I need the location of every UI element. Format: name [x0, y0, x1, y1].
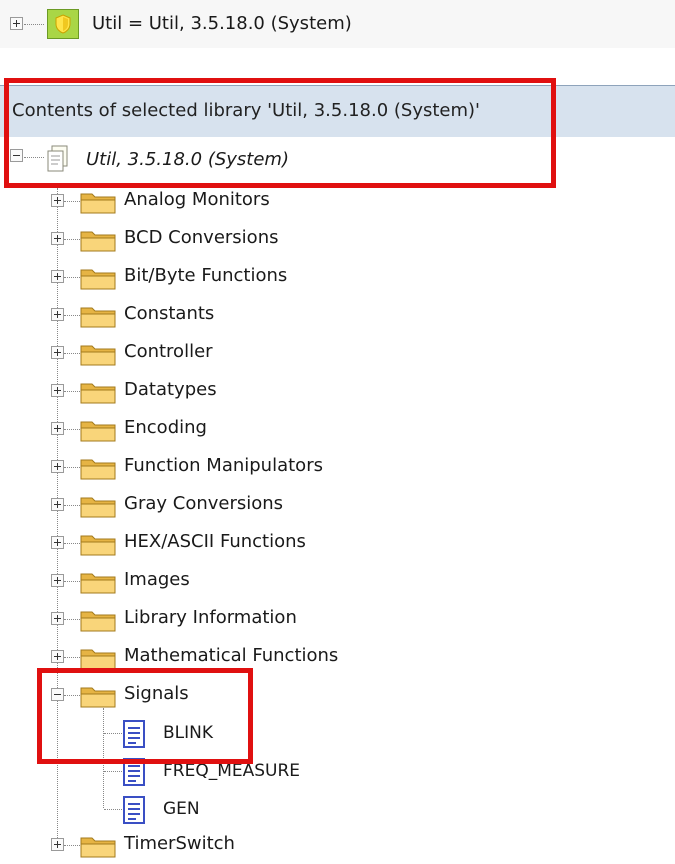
folder-icon	[80, 497, 116, 518]
folder-label: Images	[124, 569, 190, 590]
pou-row-blink[interactable]: BLINK	[0, 714, 675, 752]
folder-label: Function Manipulators	[124, 455, 323, 476]
expand-plus-icon[interactable]	[10, 17, 23, 30]
document-icon	[123, 796, 145, 824]
tree-connector	[104, 733, 122, 734]
expand-plus-icon[interactable]	[51, 270, 64, 283]
folder-icon	[80, 231, 116, 252]
folder-icon	[80, 611, 116, 632]
library-contents-header: Contents of selected library 'Util, 3.5.…	[0, 85, 675, 137]
expand-plus-icon[interactable]	[51, 536, 64, 549]
folder-row-signals[interactable]: Signals	[0, 676, 675, 714]
collapse-minus-icon[interactable]	[51, 688, 64, 701]
expand-plus-icon[interactable]	[51, 308, 64, 321]
tree-connector	[64, 657, 80, 658]
library-root-label: Util, 3.5.18.0 (System)	[86, 149, 289, 170]
library-contents-title: Contents of selected library 'Util, 3.5.…	[12, 100, 480, 121]
tree-connector	[64, 277, 80, 278]
folder-row-timerswitch[interactable]: TimerSwitch	[0, 826, 675, 864]
folder-icon	[80, 649, 116, 670]
tree-connector	[64, 467, 80, 468]
folder-icon	[80, 421, 116, 442]
expand-plus-icon[interactable]	[51, 838, 64, 851]
library-reference-row[interactable]: Util = Util, 3.5.18.0 (System)	[0, 0, 675, 48]
folder-label: HEX/ASCII Functions	[124, 531, 306, 552]
folder-row-function-manipulators[interactable]: Function Manipulators	[0, 448, 675, 486]
folder-label: Library Information	[124, 607, 297, 628]
folder-row-datatypes[interactable]: Datatypes	[0, 372, 675, 410]
folder-icon	[80, 535, 116, 556]
expand-plus-icon[interactable]	[51, 498, 64, 511]
folder-row-bit-byte-functions[interactable]: Bit/Byte Functions	[0, 258, 675, 296]
folder-row-constants[interactable]: Constants	[0, 296, 675, 334]
folder-row-images[interactable]: Images	[0, 562, 675, 600]
expand-plus-icon[interactable]	[51, 460, 64, 473]
tree-connector	[64, 695, 80, 696]
folder-icon	[80, 573, 116, 594]
folder-label: BCD Conversions	[124, 227, 279, 248]
tree-connector	[104, 771, 122, 772]
pou-row-freq-measure[interactable]: FREQ_MEASURE	[0, 752, 675, 790]
folder-icon	[80, 383, 116, 404]
folder-label: TimerSwitch	[124, 833, 235, 854]
folder-label: Constants	[124, 303, 215, 324]
tree-connector	[64, 353, 80, 354]
pou-label: GEN	[163, 799, 200, 819]
tree-connector	[104, 809, 122, 810]
folder-icon	[80, 193, 116, 214]
folder-row-gray-conversions[interactable]: Gray Conversions	[0, 486, 675, 524]
folder-label: Bit/Byte Functions	[124, 265, 288, 286]
pou-label: BLINK	[163, 723, 214, 743]
tree-connector	[24, 157, 44, 158]
folder-row-analog-monitors[interactable]: Analog Monitors	[0, 182, 675, 220]
folder-icon	[80, 459, 116, 480]
folder-icon	[80, 269, 116, 290]
tree-connector	[64, 581, 80, 582]
expand-plus-icon[interactable]	[51, 384, 64, 397]
tree-connector	[64, 845, 80, 846]
tree-connector	[64, 543, 80, 544]
folder-icon	[80, 837, 116, 858]
folder-row-mathematical-functions[interactable]: Mathematical Functions	[0, 638, 675, 676]
folder-row-controller[interactable]: Controller	[0, 334, 675, 372]
folder-label: Analog Monitors	[124, 189, 270, 210]
folder-row-hex-ascii-functions[interactable]: HEX/ASCII Functions	[0, 524, 675, 562]
folder-row-library-information[interactable]: Library Information	[0, 600, 675, 638]
tree-connector	[64, 505, 80, 506]
folder-label: Controller	[124, 341, 213, 362]
tree-connector	[64, 391, 80, 392]
expand-plus-icon[interactable]	[51, 194, 64, 207]
folder-icon	[80, 307, 116, 328]
library-reference-label: Util = Util, 3.5.18.0 (System)	[92, 13, 352, 34]
document-icon	[123, 758, 145, 786]
folder-icon	[80, 345, 116, 366]
tree-connector	[64, 239, 80, 240]
library-file-icon	[47, 145, 68, 172]
tree-connector	[24, 24, 44, 25]
expand-plus-icon[interactable]	[51, 650, 64, 663]
pou-label: FREQ_MEASURE	[163, 761, 301, 781]
tree-connector	[64, 201, 80, 202]
expand-plus-icon[interactable]	[51, 574, 64, 587]
tree-connector	[64, 619, 80, 620]
expand-plus-icon[interactable]	[51, 612, 64, 625]
folder-label: Encoding	[124, 417, 207, 438]
document-icon	[123, 720, 145, 748]
folder-label: Datatypes	[124, 379, 217, 400]
library-root-node[interactable]: Util, 3.5.18.0 (System)	[0, 137, 675, 185]
folder-label: Signals	[124, 683, 189, 704]
collapse-minus-icon[interactable]	[10, 149, 23, 162]
expand-plus-icon[interactable]	[51, 346, 64, 359]
folder-row-encoding[interactable]: Encoding	[0, 410, 675, 448]
shield-library-icon	[47, 9, 79, 39]
tree-connector	[64, 315, 80, 316]
open-folder-icon	[80, 687, 116, 708]
expand-plus-icon[interactable]	[51, 232, 64, 245]
folder-label: Gray Conversions	[124, 493, 284, 514]
expand-plus-icon[interactable]	[51, 422, 64, 435]
folder-row-bcd-conversions[interactable]: BCD Conversions	[0, 220, 675, 258]
tree-connector	[64, 429, 80, 430]
pou-row-gen[interactable]: GEN	[0, 790, 675, 828]
folder-label: Mathematical Functions	[124, 645, 339, 666]
